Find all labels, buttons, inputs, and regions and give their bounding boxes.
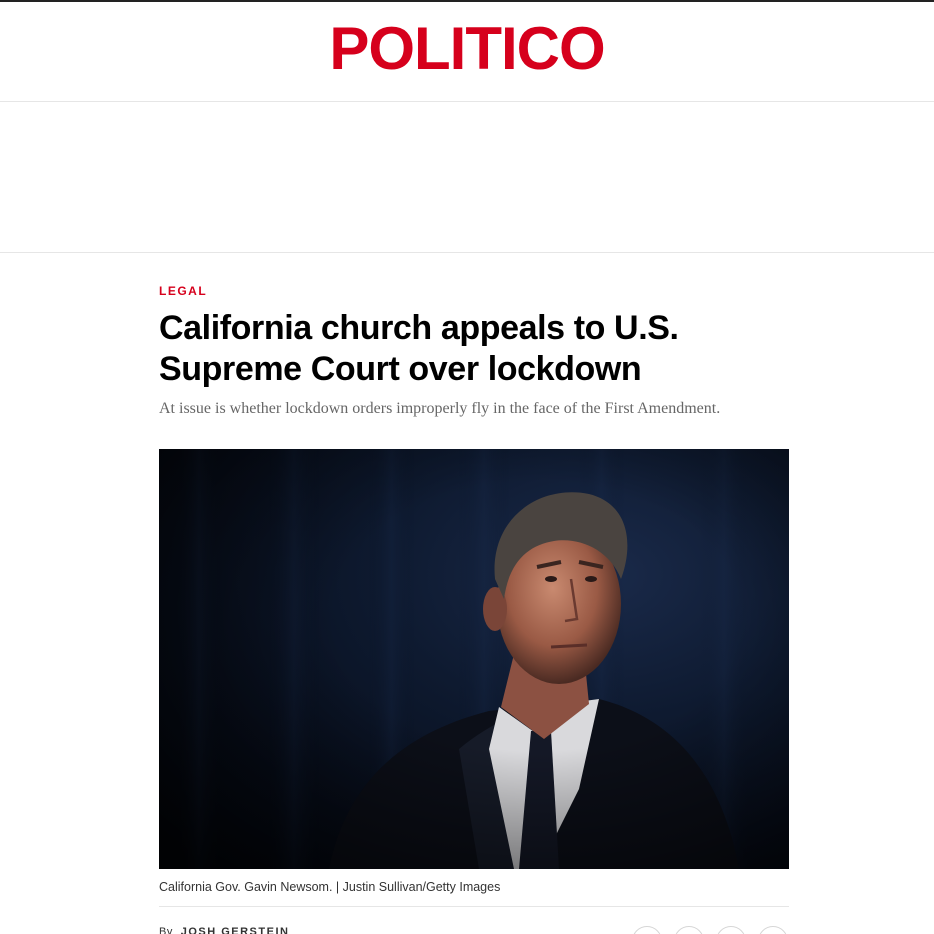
photo-caption: California Gov. Gavin Newsom. | Justin S… bbox=[159, 880, 501, 894]
article-headline: California church appeals to U.S. Suprem… bbox=[159, 309, 679, 388]
linkedin-share-button[interactable]: in bbox=[716, 926, 746, 934]
ad-slot bbox=[0, 103, 934, 253]
author-link[interactable]: JOSH GERSTEIN bbox=[181, 926, 290, 934]
masthead: POLITICO bbox=[0, 2, 934, 102]
portrait-illustration bbox=[159, 449, 789, 869]
divider bbox=[159, 906, 789, 907]
lead-photo bbox=[159, 449, 789, 869]
facebook-share-button[interactable]: f bbox=[632, 926, 662, 934]
twitter-share-button[interactable]: t bbox=[674, 926, 704, 934]
category-link[interactable]: LEGAL bbox=[159, 284, 207, 298]
byline-prefix: By bbox=[159, 926, 174, 934]
email-share-button[interactable]: ✉ bbox=[758, 926, 788, 934]
byline: By JOSH GERSTEIN bbox=[159, 926, 289, 934]
politico-logo[interactable]: POLITICO bbox=[0, 14, 934, 84]
share-toolbar: f t in ✉ bbox=[632, 926, 788, 934]
article-dek: At issue is whether lockdown orders impr… bbox=[159, 400, 721, 417]
